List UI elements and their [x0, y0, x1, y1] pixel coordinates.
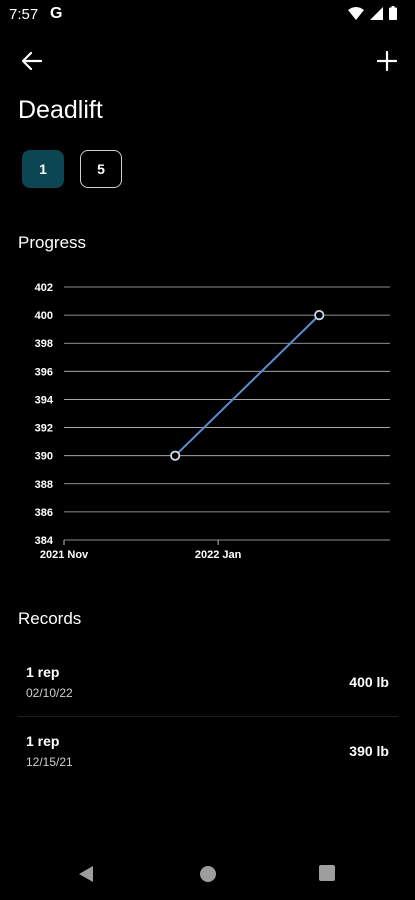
- y-tick-label: 398: [35, 338, 53, 350]
- record-reps: 1 rep: [26, 664, 60, 680]
- battery-icon: [389, 6, 397, 20]
- y-tick-label: 388: [35, 479, 53, 491]
- triangle-back-icon: [79, 866, 93, 882]
- y-tick-label: 400: [35, 310, 53, 322]
- x-tick-label: 2021 Nov: [40, 549, 89, 561]
- back-button[interactable]: [18, 48, 46, 74]
- nav-home-button[interactable]: [199, 865, 217, 883]
- circle-home-icon: [200, 866, 216, 882]
- progress-chart: 384 386 388 390 392 394 396 398 400 402 2021 Nov 20…: [35, 282, 390, 561]
- record-row[interactable]: 1 rep 02/10/22 400 lb: [0, 664, 415, 732]
- record-row[interactable]: 1 rep 12/15/21 390 lb: [0, 733, 415, 801]
- nav-recents-button[interactable]: [319, 865, 335, 881]
- record-weight: 400 lb: [349, 674, 389, 690]
- series-line: [174, 314, 320, 457]
- y-tick-label: 390: [35, 451, 53, 463]
- y-tick-label: 384: [35, 535, 54, 547]
- progress-heading: Progress: [18, 233, 87, 252]
- y-tick-label: 402: [35, 282, 53, 294]
- rep-filter-5[interactable]: 5: [80, 150, 122, 188]
- data-point: [314, 310, 325, 321]
- y-tick-label: 396: [35, 366, 53, 378]
- status-bar: 7:57 G: [0, 0, 415, 30]
- arrow-left-icon: [22, 52, 42, 70]
- wifi-icon: [348, 6, 364, 20]
- y-tick-label: 386: [35, 507, 53, 519]
- plus-icon: [377, 51, 397, 71]
- record-date: 02/10/22: [26, 686, 73, 700]
- status-time: 7:57: [9, 6, 39, 23]
- rep-filter-1[interactable]: 1: [22, 150, 64, 188]
- signal-icon: [370, 6, 383, 20]
- square-recents-icon: [319, 865, 335, 881]
- nav-back-button[interactable]: [78, 865, 94, 883]
- divider: [18, 716, 398, 717]
- google-icon: G: [50, 5, 63, 22]
- record-weight: 390 lb: [349, 743, 389, 759]
- record-date: 12/15/21: [26, 755, 73, 769]
- x-tick-label: 2022 Jan: [195, 549, 242, 561]
- system-nav-bar: [0, 850, 415, 900]
- y-tick-label: 392: [35, 423, 53, 435]
- record-reps: 1 rep: [26, 733, 60, 749]
- y-tick-label: 394: [35, 394, 54, 406]
- records-heading: Records: [18, 609, 82, 628]
- page-title: Deadlift: [18, 96, 103, 124]
- status-icons: [348, 6, 397, 20]
- data-point: [170, 450, 181, 461]
- add-button[interactable]: [373, 48, 401, 74]
